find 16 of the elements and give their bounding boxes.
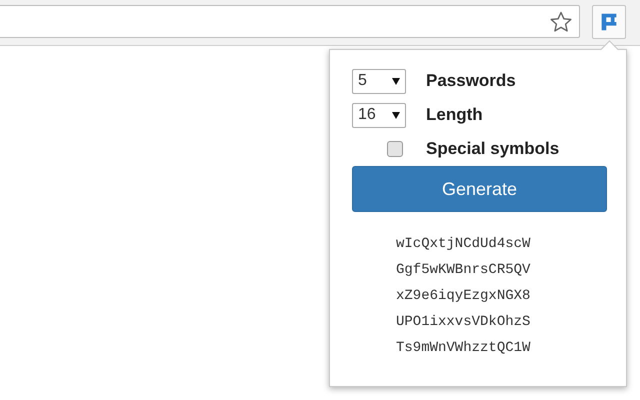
dropdown[interactable]: 5 [352,68,406,94]
password-text: UPO1ixxvsVDkOhzS [396,314,532,332]
setting-label: Length [426,105,483,125]
password-text: xZ9e6iqyEzgxNGX8 [396,288,532,306]
password-text: Ts9mWnVWhzztQC1W [396,340,532,358]
star-icon[interactable] [549,10,573,34]
extension-button[interactable] [592,5,626,39]
password-text: Ggf5wKWBnrsCR5QV [396,262,532,280]
password-text: wIcQxtjNCdUd4scW [396,236,532,254]
setting-label: Special symbols [426,139,560,159]
dropdown[interactable]: 16 [352,102,406,128]
setting-label: Passwords [426,71,516,91]
generate-button[interactable]: Generate [352,166,607,212]
caret-icon [392,112,400,118]
checkbox[interactable] [387,141,403,157]
caret-icon [392,78,400,84]
